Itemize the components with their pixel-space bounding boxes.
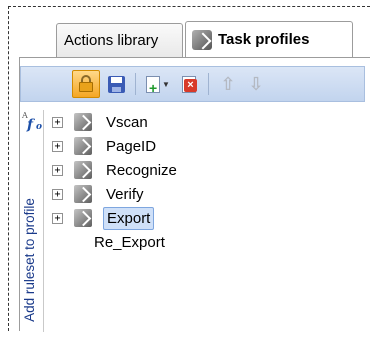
arrow-up-icon: ⇧: [220, 74, 236, 94]
tree-leaf-re-export[interactable]: Re_Export: [94, 230, 165, 254]
expand-icon[interactable]: +: [52, 116, 63, 128]
function-icon: Afo: [22, 111, 43, 133]
tree-node-recognize[interactable]: + Recognize: [52, 158, 180, 182]
ruleset-icon: [74, 137, 92, 155]
expand-icon[interactable]: +: [52, 164, 63, 176]
ruleset-icon: [74, 113, 92, 131]
tab-task-profiles-label: Task profiles: [218, 31, 310, 48]
tree-leaf-label: Re_Export: [94, 233, 165, 251]
toolbar-separator: [208, 73, 209, 95]
tree-node-vscan[interactable]: + Vscan: [52, 110, 151, 134]
ruleset-icon: [74, 209, 92, 227]
tree-node-label: Recognize: [106, 161, 177, 179]
move-up-button[interactable]: ⇧: [216, 72, 240, 96]
delete-button[interactable]: ×: [177, 72, 201, 96]
tree-node-label-selected: Export: [103, 206, 155, 230]
move-down-button[interactable]: ⇩: [244, 72, 268, 96]
ruleset-icon: [74, 185, 92, 203]
ruleset-icon: [74, 161, 92, 179]
tree-node-export[interactable]: + Export: [52, 206, 155, 230]
chevron-down-icon: ▼: [162, 79, 170, 89]
expand-icon[interactable]: +: [52, 212, 63, 224]
toolbar: + ▼ × ⇧ ⇩: [20, 66, 365, 102]
arrow-down-icon: ⇩: [248, 74, 264, 94]
task-profiles-panel: + ▼ × ⇧ ⇩ Afo Add ruleset to profile + V…: [19, 57, 370, 332]
expand-icon[interactable]: +: [52, 140, 63, 152]
add-button[interactable]: + ▼: [143, 72, 173, 96]
add-document-icon: +: [146, 75, 161, 95]
tab-task-profiles[interactable]: Task profiles: [185, 21, 353, 57]
tree-node-verify[interactable]: + Verify: [52, 182, 147, 206]
lock-button[interactable]: [72, 70, 100, 98]
tab-actions-library[interactable]: Actions library: [56, 23, 183, 57]
floppy-disk-icon: [107, 75, 125, 93]
tree-node-label: Verify: [106, 185, 144, 203]
toolbar-separator: [135, 73, 136, 95]
task-profile-icon: [192, 29, 212, 50]
tree-node-label: PageID: [106, 137, 157, 155]
save-button[interactable]: [104, 72, 128, 96]
tab-actions-library-label: Actions library: [64, 32, 159, 49]
side-tab-label: Add ruleset to profile: [22, 198, 37, 322]
add-ruleset-side-tab[interactable]: Afo Add ruleset to profile: [20, 110, 44, 332]
tree-node-label: Vscan: [106, 113, 148, 131]
expand-icon[interactable]: +: [52, 188, 63, 200]
delete-document-icon: ×: [182, 75, 197, 93]
tree-node-pageid[interactable]: + PageID: [52, 134, 159, 158]
